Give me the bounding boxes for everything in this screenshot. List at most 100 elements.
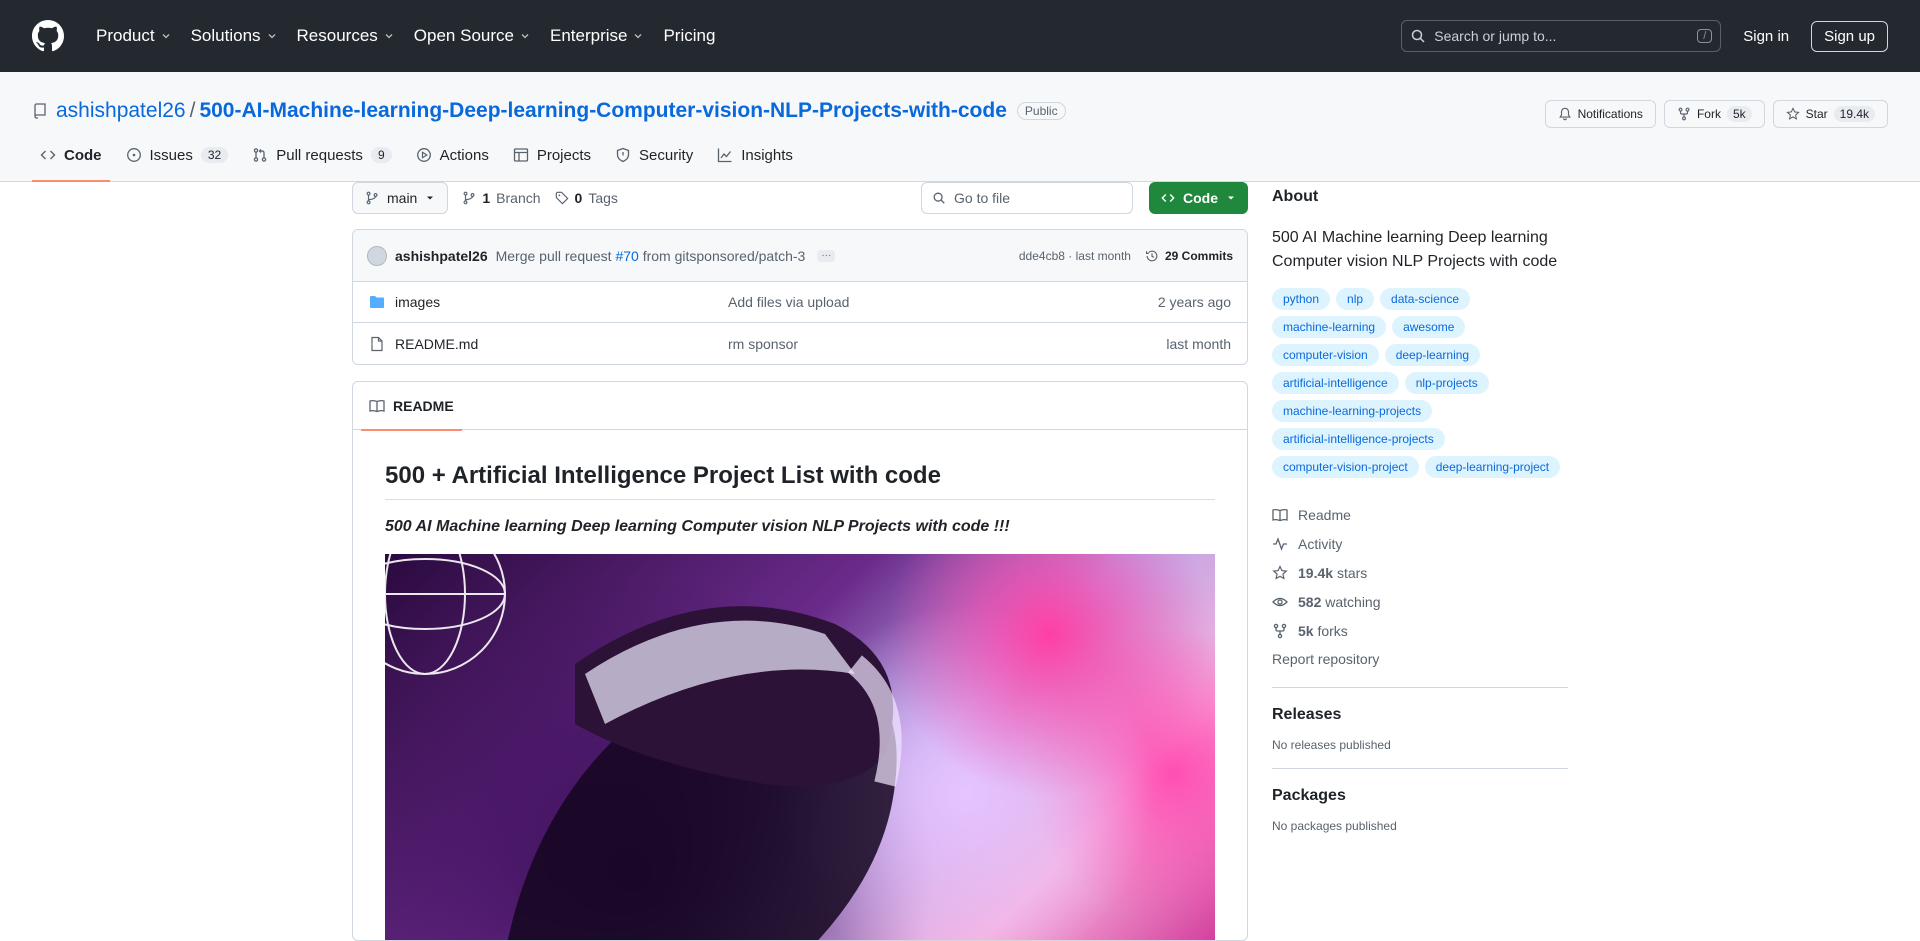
tab-code-label: Code (64, 146, 102, 164)
tab-pull-requests[interactable]: Pull requests 9 (244, 129, 399, 181)
repo-tabs: Code Issues 32 Pull requests 9 Actions P… (32, 129, 809, 182)
watchers-count: 582 (1298, 593, 1322, 610)
table-row[interactable]: images Add files via upload 2 years ago (353, 282, 1247, 323)
tab-code[interactable]: Code (32, 129, 110, 182)
readme-banner-image[interactable] (385, 554, 1215, 940)
topic-tag[interactable]: python (1272, 288, 1331, 310)
topic-tag[interactable]: deep-learning-project (1424, 456, 1561, 478)
global-search-input[interactable]: Search or jump to... / (1401, 20, 1722, 52)
tab-actions[interactable]: Actions (408, 129, 497, 181)
topic-tag[interactable]: computer-vision-project (1272, 456, 1419, 478)
main-content: main 1 Branch 0 Tags Go to file Code ash… (352, 182, 1248, 941)
visibility-badge: Public (1016, 102, 1066, 120)
code-dropdown-button[interactable]: Code (1149, 182, 1248, 214)
topic-tag[interactable]: machine-learning (1272, 316, 1387, 338)
branch-selector[interactable]: main (352, 182, 449, 214)
releases-section: Releases No releases published (1272, 687, 1568, 752)
sign-in-link[interactable]: Sign in (1733, 22, 1799, 51)
forks-link[interactable]: 5k forks (1272, 616, 1568, 645)
stars-link[interactable]: 19.4k stars (1272, 558, 1568, 587)
topic-tag[interactable]: awesome (1392, 316, 1466, 338)
table-row[interactable]: README.md rm sponsor last month (353, 323, 1247, 364)
topic-tag[interactable]: machine-learning-projects (1272, 400, 1433, 422)
file-name[interactable]: images (395, 294, 440, 310)
tab-insights[interactable]: Insights (709, 129, 801, 181)
readme-tab[interactable]: README (361, 382, 462, 431)
stars-count: 19.4k (1298, 564, 1334, 581)
report-repository-link[interactable]: Report repository (1272, 647, 1568, 671)
github-logo-icon[interactable] (32, 20, 64, 52)
repo-icon (34, 103, 46, 119)
file-name[interactable]: README.md (395, 336, 478, 352)
file-name-cell[interactable]: images (369, 294, 728, 310)
topic-tag[interactable]: data-science (1380, 288, 1471, 310)
readme-header: README (353, 382, 1247, 431)
file-commit-message[interactable]: rm sponsor (728, 336, 1166, 352)
repo-owner-link[interactable]: ashishpatel26 (56, 99, 186, 123)
branch-name: main (387, 190, 418, 206)
top-nav: Product Solutions Resources Open Source … (88, 20, 723, 52)
nav-pricing[interactable]: Pricing (655, 20, 723, 52)
branches-link[interactable]: 1 Branch (462, 190, 541, 206)
tags-count: 0 (574, 190, 583, 206)
repo-name-link[interactable]: 500-AI-Machine-learning-Deep-learning-Co… (199, 99, 1006, 123)
commit-message[interactable]: Merge pull request #70 from gitsponsored… (496, 248, 806, 264)
commit-sha-and-time[interactable]: dde4cb8 · last month (1019, 249, 1131, 263)
packages-heading[interactable]: Packages (1272, 787, 1568, 805)
tags-link[interactable]: 0 Tags (555, 190, 618, 206)
commit-message-suffix: from gitsponsored/patch-3 (642, 247, 806, 264)
tab-security[interactable]: Security (607, 129, 701, 181)
tab-pull-requests-count: 9 (370, 147, 392, 163)
global-header: Product Solutions Resources Open Source … (0, 0, 1920, 72)
star-icon (1785, 107, 1800, 120)
fork-count: 5k (1726, 106, 1752, 122)
commit-pr-link[interactable]: #70 (615, 248, 638, 264)
topics-list: python nlp data-science machine-learning… (1272, 288, 1568, 478)
file-commit-message[interactable]: Add files via upload (728, 294, 1158, 310)
go-to-file-input[interactable]: Go to file (921, 182, 1133, 214)
chevron-down-icon (385, 34, 393, 39)
releases-heading[interactable]: Releases (1272, 706, 1568, 724)
chevron-down-icon (162, 34, 170, 39)
star-button[interactable]: Star 19.4k (1772, 100, 1888, 128)
search-icon (1412, 29, 1425, 43)
tab-projects-label: Projects (536, 146, 592, 164)
shield-icon (616, 147, 630, 163)
topic-tag[interactable]: nlp (1336, 288, 1375, 310)
tab-issues[interactable]: Issues 32 (118, 129, 237, 181)
code-icon (40, 150, 56, 160)
commits-history-link[interactable]: 29 Commits (1145, 249, 1233, 263)
topic-tag[interactable]: deep-learning (1384, 344, 1481, 366)
forks-count: 5k (1298, 622, 1314, 639)
commit-expand-button[interactable]: ··· (817, 249, 836, 262)
nav-enterprise[interactable]: Enterprise (542, 20, 651, 52)
nav-resources[interactable]: Resources (289, 20, 402, 52)
fork-icon (1678, 107, 1690, 121)
nav-solutions[interactable]: Solutions (183, 20, 285, 52)
code-icon (1161, 194, 1175, 202)
table-icon (513, 148, 528, 162)
commit-message-prefix: Merge pull request (495, 247, 612, 264)
avatar[interactable] (367, 245, 387, 266)
file-name-cell[interactable]: README.md (369, 336, 728, 352)
fork-button[interactable]: Fork 5k (1663, 100, 1765, 128)
tab-projects[interactable]: Projects (505, 129, 599, 181)
topic-tag[interactable]: artificial-intelligence (1272, 372, 1399, 394)
sign-up-button[interactable]: Sign up (1811, 20, 1888, 52)
tab-insights-label: Insights (741, 146, 793, 164)
tags-label: Tags (588, 190, 618, 206)
activity-link[interactable]: Activity (1272, 529, 1568, 558)
nav-product[interactable]: Product (88, 20, 179, 52)
nav-open-source[interactable]: Open Source (406, 20, 538, 52)
topic-tag[interactable]: nlp-projects (1404, 372, 1489, 394)
watchers-label: watching (1325, 593, 1381, 610)
notifications-button[interactable]: Notifications (1544, 100, 1656, 128)
topic-tag[interactable]: artificial-intelligence-projects (1272, 428, 1445, 450)
file-date: last month (1166, 335, 1231, 352)
readme-link[interactable]: Readme (1272, 500, 1568, 529)
topic-tag[interactable]: computer-vision (1272, 344, 1379, 366)
commit-author-link[interactable]: ashishpatel26 (395, 248, 488, 264)
watchers-link[interactable]: 582 watching (1272, 587, 1568, 616)
book-icon (1272, 508, 1288, 521)
readme-subtitle: 500 AI Machine learning Deep learning Co… (385, 518, 1010, 535)
